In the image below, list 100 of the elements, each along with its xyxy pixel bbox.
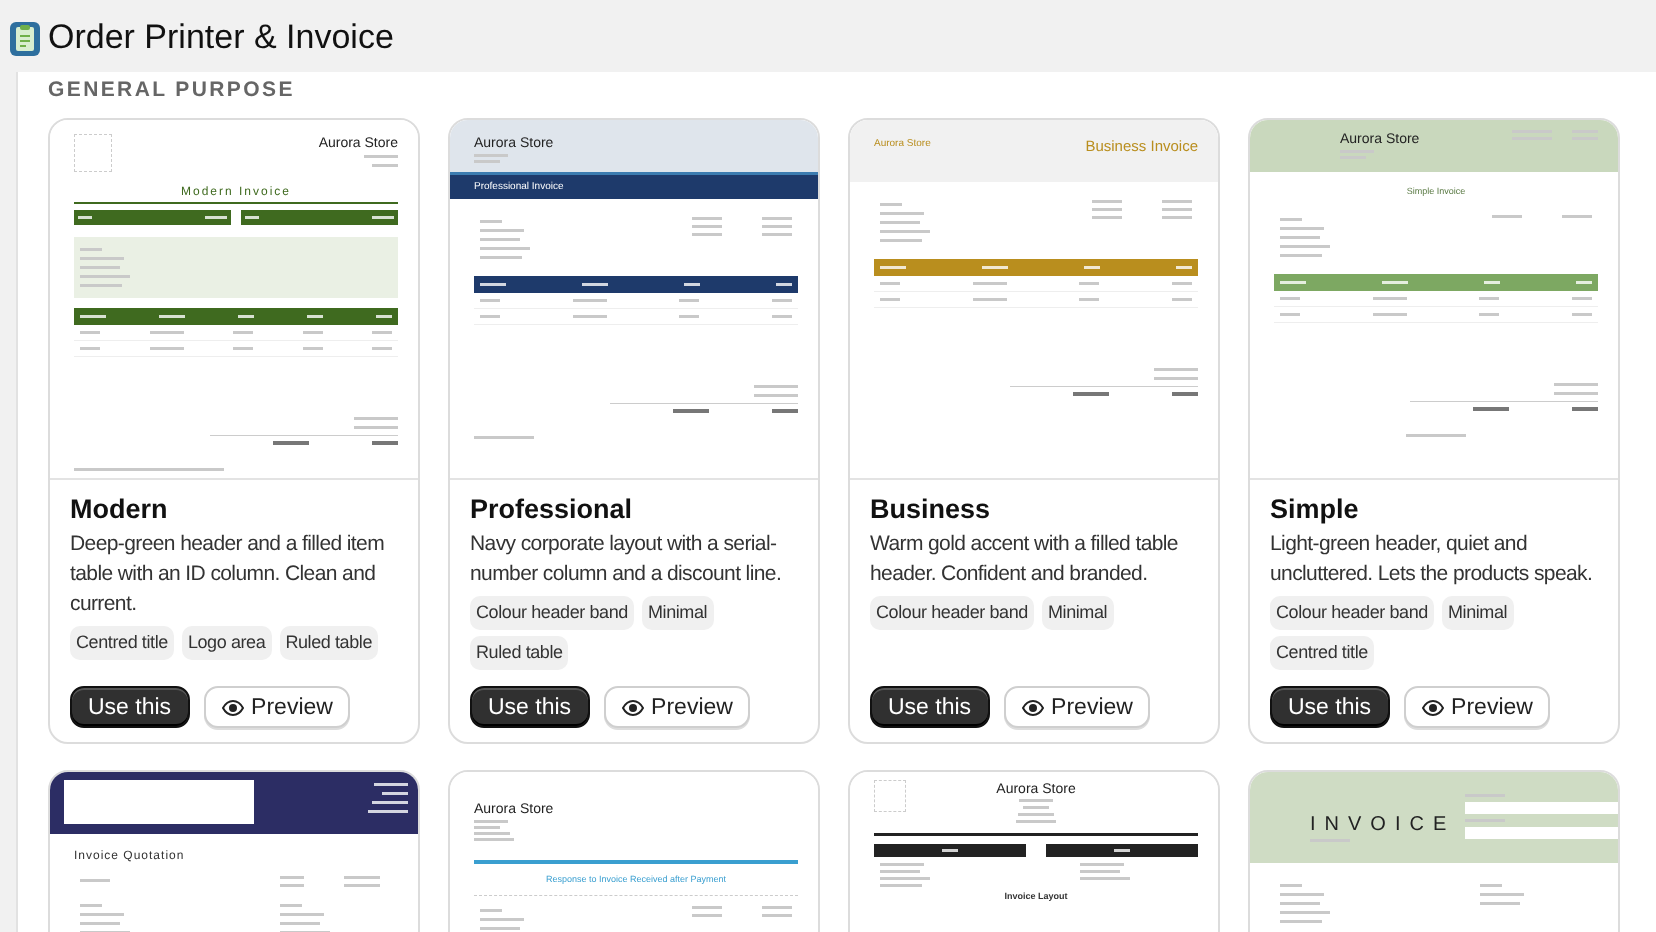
eye-icon: [621, 699, 644, 715]
text-line: [1080, 876, 1131, 880]
text-line: [1382, 280, 1408, 284]
text-line: [480, 314, 500, 318]
text-line: [880, 266, 906, 269]
use-template-button[interactable]: Use this: [870, 686, 990, 728]
preview-button[interactable]: Preview: [1003, 686, 1151, 728]
text-line: [233, 347, 253, 351]
text-line: [679, 298, 700, 302]
text-line: [480, 926, 520, 930]
text-line: [1280, 253, 1322, 257]
template-description: Warm gold accent with a filled table header. Confident and branded.: [870, 530, 1180, 590]
text-line: [1280, 226, 1324, 230]
text-line: [582, 282, 608, 286]
preview-button[interactable]: Preview: [1403, 686, 1551, 728]
text-line: [80, 879, 110, 883]
text-line: [372, 441, 398, 446]
tag: Centred title: [1270, 636, 1374, 670]
text-line: [372, 164, 398, 168]
app-icon: [10, 21, 40, 55]
text-line: [364, 155, 398, 159]
text-line: [80, 347, 100, 351]
text-line: [762, 905, 792, 909]
text-line: [280, 876, 305, 880]
use-template-button[interactable]: Use this: [470, 686, 590, 728]
text-line: [880, 876, 930, 880]
text-line: [273, 441, 309, 446]
text-line: [972, 298, 1007, 301]
tag: Minimal: [1441, 596, 1514, 630]
text-line: [149, 331, 184, 335]
text-line: [205, 216, 227, 220]
text-line: [80, 913, 124, 917]
text-line: [692, 224, 722, 228]
text-line: [1562, 214, 1592, 218]
text-line: [880, 883, 922, 887]
text-line: [673, 408, 709, 413]
text-line: [1280, 902, 1320, 905]
text-line: [80, 248, 102, 252]
text-line: [982, 266, 1008, 269]
text-line: [1280, 911, 1330, 914]
text-line: [1280, 244, 1330, 248]
template-description: Deep-green header and a filled item table with an ID column. Clean and current.: [70, 530, 387, 620]
text-line: [372, 801, 408, 804]
text-line: [1092, 216, 1122, 219]
template-name: Business: [870, 494, 993, 526]
text-line: [1280, 235, 1320, 239]
template-name: Professional: [470, 494, 635, 526]
text-line: [1480, 902, 1521, 905]
text-line: [880, 282, 900, 285]
text-line: [1080, 869, 1121, 873]
text-line: [1280, 312, 1300, 316]
eye-icon: [221, 699, 244, 715]
text-line: [880, 869, 920, 873]
text-line: [80, 904, 102, 908]
eye-icon: [1021, 699, 1044, 715]
use-template-button[interactable]: Use this: [70, 686, 190, 728]
text-line: [1571, 296, 1592, 300]
text-line: [1171, 282, 1192, 285]
text-line: [1162, 208, 1192, 211]
text-line: [80, 257, 124, 261]
text-line: [1571, 312, 1592, 316]
text-line: [372, 331, 392, 335]
text-line: [80, 331, 100, 335]
template-description: Navy corporate layout with a serial-number column and a discount line.: [470, 530, 784, 590]
tag: Centred title: [70, 626, 174, 660]
template-name: Modern: [70, 494, 170, 526]
text-line: [1073, 392, 1109, 396]
text-line: [762, 232, 792, 236]
text-line: [80, 266, 120, 270]
text-line: [1079, 282, 1100, 285]
text-line: [1019, 798, 1053, 802]
text-line: [880, 203, 902, 206]
text-line: [1018, 812, 1054, 816]
text-line: [480, 282, 506, 286]
text-line: [344, 884, 381, 888]
text-line: [1172, 392, 1198, 396]
tag: Logo area: [181, 626, 272, 660]
tag: Colour header band: [470, 596, 634, 630]
app-title: Order Printer & Invoice: [48, 18, 394, 58]
text-line: [1280, 893, 1324, 896]
text-line: [762, 224, 792, 228]
text-line: [1372, 312, 1407, 316]
text-line: [480, 246, 530, 250]
template-description: Light-green header, quiet and uncluttered. Lets the products speak.: [1270, 530, 1595, 590]
text-line: [1479, 296, 1500, 300]
text-line: [572, 314, 607, 318]
tag: Colour header band: [870, 596, 1034, 630]
text-line: [771, 298, 792, 302]
use-template-button[interactable]: Use this: [1270, 686, 1390, 728]
text-line: [480, 237, 520, 241]
text-line: [880, 230, 930, 233]
preview-button[interactable]: Preview: [603, 686, 751, 728]
text-line: [572, 298, 607, 302]
text-line: [1171, 298, 1192, 301]
text-line: [372, 347, 392, 351]
text-line: [280, 884, 305, 888]
text-line: [480, 219, 502, 223]
preview-button[interactable]: Preview: [203, 686, 351, 728]
text-line: [771, 314, 792, 318]
text-line: [880, 239, 922, 242]
